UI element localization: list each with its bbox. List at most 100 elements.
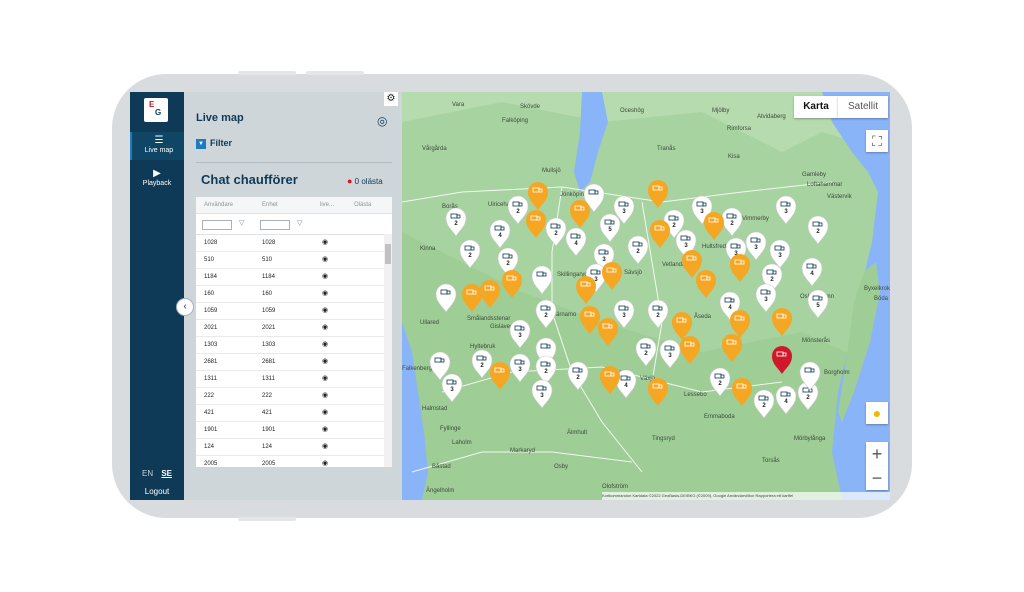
language-se[interactable]: SE [161, 469, 172, 478]
place-label: Tranås [657, 145, 675, 152]
map-type-satellite-button[interactable]: Satellit [838, 96, 888, 118]
place-label: Fyllinge [440, 426, 461, 432]
place-label: Ullared [420, 320, 439, 326]
column-header-unread[interactable]: Olästa [354, 202, 371, 208]
chat-title: Chat chaufförer [201, 172, 298, 187]
place-label: Vara [452, 102, 465, 108]
live-map[interactable]: Vara Falköping Vårgårda Skövde Oceshög Mjölby… [401, 92, 890, 500]
table-row[interactable]: 1184 1184 ◉ [196, 269, 392, 286]
live-map-panel: Live map ⚙ ◎ ▼ Filter Chat chaufförer ● 0… [184, 92, 402, 500]
table-row[interactable]: 1028 1028 ◉ [196, 235, 392, 252]
unit-cell: 510 [262, 257, 273, 263]
unread-label: 0 olästa [354, 177, 383, 186]
place-label: Kisa [728, 154, 740, 160]
place-label: Kinna [420, 246, 436, 252]
place-label: Loftahammar [807, 182, 842, 188]
table-row[interactable]: 2681 2681 ◉ [196, 354, 392, 371]
user-cell: 1311 [204, 376, 217, 382]
live-view-icon[interactable]: ◉ [322, 391, 328, 399]
table-row[interactable]: 160 160 ◉ [196, 286, 392, 303]
live-view-icon[interactable]: ◉ [322, 323, 328, 331]
nav-item-live-map[interactable]: ☰ Live map [130, 132, 186, 160]
logout-link[interactable]: Logout [130, 487, 184, 496]
live-view-icon[interactable]: ◉ [322, 408, 328, 416]
unit-cell: 1184 [262, 274, 275, 280]
scrollbar-thumb[interactable] [385, 244, 391, 264]
live-view-icon[interactable]: ◉ [322, 272, 328, 280]
table-row[interactable]: 1901 1901 ◉ [196, 422, 392, 439]
unit-cell: 2021 [262, 325, 276, 331]
nav-item-label: Playback [142, 180, 172, 187]
place-label: Mjölby [712, 108, 729, 114]
unit-cell: 1303 [262, 342, 276, 348]
table-row[interactable]: 1311 1311 ◉ [196, 371, 392, 388]
zoom-out-button[interactable]: − [866, 466, 888, 490]
filter-funnel-icon[interactable]: ▽ [297, 219, 302, 227]
gear-icon[interactable]: ⚙ [384, 92, 398, 106]
live-view-icon[interactable]: ◉ [322, 357, 328, 365]
map-canvas[interactable]: Vara Falköping Vårgårda Skövde Oceshög Mjölby… [401, 92, 890, 500]
filter-toggle[interactable]: ▼ Filter [196, 138, 232, 149]
zoom-in-button[interactable]: + [866, 442, 888, 466]
place-label: Emmaboda [704, 414, 735, 420]
live-view-icon[interactable]: ◉ [322, 425, 328, 433]
live-view-icon[interactable]: ◉ [322, 442, 328, 450]
locate-target-icon[interactable]: ◎ [377, 114, 387, 128]
place-label: Falkenberg [402, 366, 432, 372]
column-header-unit[interactable]: Enhet [262, 202, 278, 208]
unit-cell: 421 [262, 410, 273, 416]
place-label: Älmhult [567, 429, 587, 436]
user-cell: 1059 [204, 308, 218, 314]
live-view-icon[interactable]: ◉ [322, 306, 328, 314]
unit-cell: 124 [262, 444, 273, 450]
language-en[interactable]: EN [142, 469, 153, 478]
filter-label: Filter [210, 138, 233, 148]
place-label: Halmstad [422, 406, 447, 412]
table-row[interactable]: 222 222 ◉ [196, 388, 392, 405]
unread-count: ● 0 olästa [347, 176, 383, 186]
table-row[interactable]: 124 124 ◉ [196, 439, 392, 456]
place-label: Mullsjö [542, 168, 561, 174]
live-view-icon[interactable]: ◉ [322, 238, 328, 246]
street-view-pegman-icon[interactable]: ● [866, 402, 888, 424]
column-header-live[interactable]: live... [320, 202, 334, 208]
unread-dot-icon: ● [347, 176, 353, 186]
table-scrollbar[interactable] [384, 234, 392, 467]
column-header-user[interactable]: Användare [204, 202, 233, 208]
collapse-panel-button[interactable]: ‹ [176, 298, 194, 316]
filter-lines-icon: ☰ [154, 135, 164, 146]
unit-filter-input[interactable] [260, 220, 290, 230]
table-body: 1028 1028 ◉ 510 510 ◉ 1184 1184 ◉ 160 160 ◉ 1059 1059… [196, 235, 392, 467]
place-label: Mörbylånga [794, 435, 826, 442]
chat-table: Användare Enhet live... Olästa ▽ ▽ 1028 1… [196, 197, 392, 467]
nav-item-playback[interactable]: ▶ Playback [130, 168, 184, 194]
map-type-map-button[interactable]: Karta [794, 96, 838, 118]
table-row[interactable]: 2021 2021 ◉ [196, 320, 392, 337]
table-row[interactable]: 510 510 ◉ [196, 252, 392, 269]
play-icon: ▶ [153, 168, 161, 179]
live-view-icon[interactable]: ◉ [322, 340, 328, 348]
place-label: Falköping [502, 118, 528, 124]
live-view-icon[interactable]: ◉ [322, 255, 328, 263]
place-label: Markaryd [510, 448, 535, 454]
table-row[interactable]: 1059 1059 ◉ [196, 303, 392, 320]
panel-title: Live map [196, 112, 244, 124]
place-label: Hultsfred [702, 244, 726, 250]
table-row[interactable]: 421 421 ◉ [196, 405, 392, 422]
table-row[interactable]: 1303 1303 ◉ [196, 337, 392, 354]
language-switcher: EN SE [130, 469, 184, 478]
live-view-icon[interactable]: ◉ [322, 374, 328, 382]
chevron-down-icon: ▼ [196, 138, 206, 149]
user-filter-input[interactable] [202, 220, 232, 230]
place-label: Båstad [432, 463, 451, 470]
unit-cell: 222 [262, 393, 273, 399]
unit-cell: 1028 [262, 240, 276, 246]
live-view-icon[interactable]: ◉ [322, 289, 328, 297]
fullscreen-icon[interactable]: ⛶ [866, 130, 888, 152]
user-cell: 124 [204, 444, 215, 450]
user-cell: 2681 [204, 359, 218, 365]
filter-funnel-icon[interactable]: ▽ [239, 219, 244, 227]
live-view-icon[interactable]: ◉ [322, 459, 328, 467]
place-label: Jönköping [560, 192, 587, 198]
table-row[interactable]: 2005 2005 ◉ [196, 456, 392, 467]
